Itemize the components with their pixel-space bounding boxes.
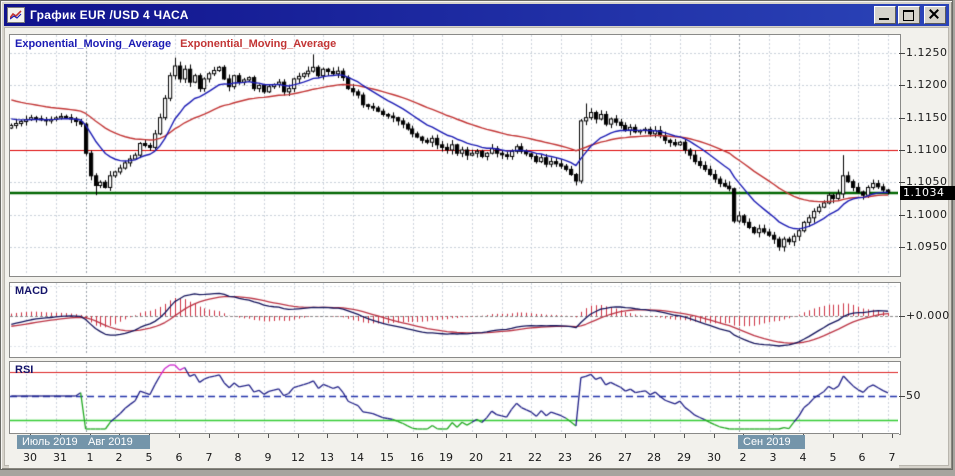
date-label: 30	[707, 451, 721, 464]
date-label: 1	[86, 451, 94, 464]
date-label: 30	[23, 451, 37, 464]
close-button[interactable]	[924, 6, 946, 24]
chart-window: График EUR /USD 4 ЧАСА Exponential_Movin…	[0, 0, 955, 470]
time-axis-tick	[446, 434, 447, 438]
time-axis-tick	[654, 434, 655, 438]
ema-slow-label: Exponential_Moving_Average	[180, 38, 337, 50]
date-label: 4	[799, 451, 807, 464]
time-axis: 30 31 1 2 5 6 7 8 9 12 13 14 15 16 19 20 21 22 23 26 27 28 29 3…	[9, 433, 899, 468]
price-axis-label: 1.1050	[906, 175, 948, 188]
date-label: 7	[205, 451, 213, 464]
rsi-canvas[interactable]	[10, 362, 898, 432]
price-axis-label: 1.0950	[906, 240, 948, 253]
current-price-tag: 1.1034	[900, 186, 955, 200]
date-label: 21	[499, 451, 513, 464]
time-axis-tick	[268, 434, 269, 438]
time-axis-tick	[714, 434, 715, 438]
date-label: 6	[175, 451, 183, 464]
minimize-icon	[879, 18, 889, 20]
time-axis-tick	[833, 434, 834, 438]
rsi-panel: RSI	[9, 361, 901, 435]
date-label: 27	[618, 451, 632, 464]
time-axis-tick	[387, 434, 388, 438]
time-axis-tick	[179, 434, 180, 438]
line-chart-glyph	[10, 10, 22, 20]
date-label: 6	[858, 451, 866, 464]
price-axis-label: 1.1100	[906, 143, 948, 156]
ema-fast-label: Exponential_Moving_Average	[15, 38, 172, 50]
date-label: 23	[558, 451, 572, 464]
price-axis-label: 1.1000	[906, 208, 948, 221]
time-axis-tick	[625, 434, 626, 438]
price-axis-label: 1.1250	[906, 46, 948, 59]
date-label: 9	[264, 451, 272, 464]
month-badge: Авг 2019	[83, 435, 150, 449]
date-label: 2	[739, 451, 747, 464]
rsi-label: RSI	[15, 364, 34, 376]
title-bar[interactable]: График EUR /USD 4 ЧАСА	[4, 4, 949, 26]
time-axis-tick	[298, 434, 299, 438]
time-axis-tick	[417, 434, 418, 438]
date-label: 28	[647, 451, 661, 464]
date-label: 29	[677, 451, 691, 464]
date-label: 19	[439, 451, 453, 464]
time-axis-tick	[506, 434, 507, 438]
close-icon	[929, 9, 939, 19]
indicator-legend: Exponential_Moving_Average Exponential_M…	[15, 38, 336, 50]
date-label: 14	[350, 451, 364, 464]
time-axis-tick	[684, 434, 685, 438]
date-label: 22	[528, 451, 542, 464]
date-label: 26	[588, 451, 602, 464]
date-label: 31	[53, 451, 67, 464]
date-label: 5	[829, 451, 837, 464]
date-label: 3	[769, 451, 777, 464]
time-axis-tick	[595, 434, 596, 438]
maximize-button[interactable]	[898, 6, 920, 24]
price-axis-label: 1.1150	[906, 111, 948, 124]
time-axis-tick	[209, 434, 210, 438]
date-label: 20	[469, 451, 483, 464]
date-label: 16	[410, 451, 424, 464]
time-axis-tick	[565, 434, 566, 438]
maximize-icon	[903, 10, 914, 21]
time-axis-tick	[862, 434, 863, 438]
time-axis-tick	[357, 434, 358, 438]
date-label: 2	[115, 451, 123, 464]
line-chart-icon[interactable]	[7, 7, 25, 23]
date-label: 13	[320, 451, 334, 464]
macd-zero-label: +0.000	[906, 309, 950, 322]
price-chart-panel: Exponential_Moving_Average Exponential_M…	[9, 34, 901, 277]
minimize-button[interactable]	[874, 6, 896, 24]
time-axis-tick	[535, 434, 536, 438]
macd-panel: MACD	[9, 282, 901, 358]
date-label: 8	[234, 451, 242, 464]
price-axis-label: 1.1200	[906, 78, 948, 91]
month-badge: Июль 2019	[17, 435, 92, 449]
date-label: 12	[291, 451, 305, 464]
time-axis-tick	[892, 434, 893, 438]
date-label: 7	[888, 451, 896, 464]
time-axis-tick	[327, 434, 328, 438]
time-axis-tick	[238, 434, 239, 438]
month-badge: Сен 2019	[738, 435, 805, 449]
date-label: 5	[145, 451, 153, 464]
price-chart-canvas[interactable]	[10, 35, 898, 274]
macd-canvas[interactable]	[10, 283, 898, 355]
date-label: 15	[380, 451, 394, 464]
rsi-mid-label: 50	[906, 389, 921, 402]
window-title: График EUR /USD 4 ЧАСА	[30, 8, 189, 22]
macd-label: MACD	[15, 285, 48, 297]
chart-client-area: Exponential_Moving_Average Exponential_M…	[4, 27, 955, 468]
time-axis-tick	[476, 434, 477, 438]
